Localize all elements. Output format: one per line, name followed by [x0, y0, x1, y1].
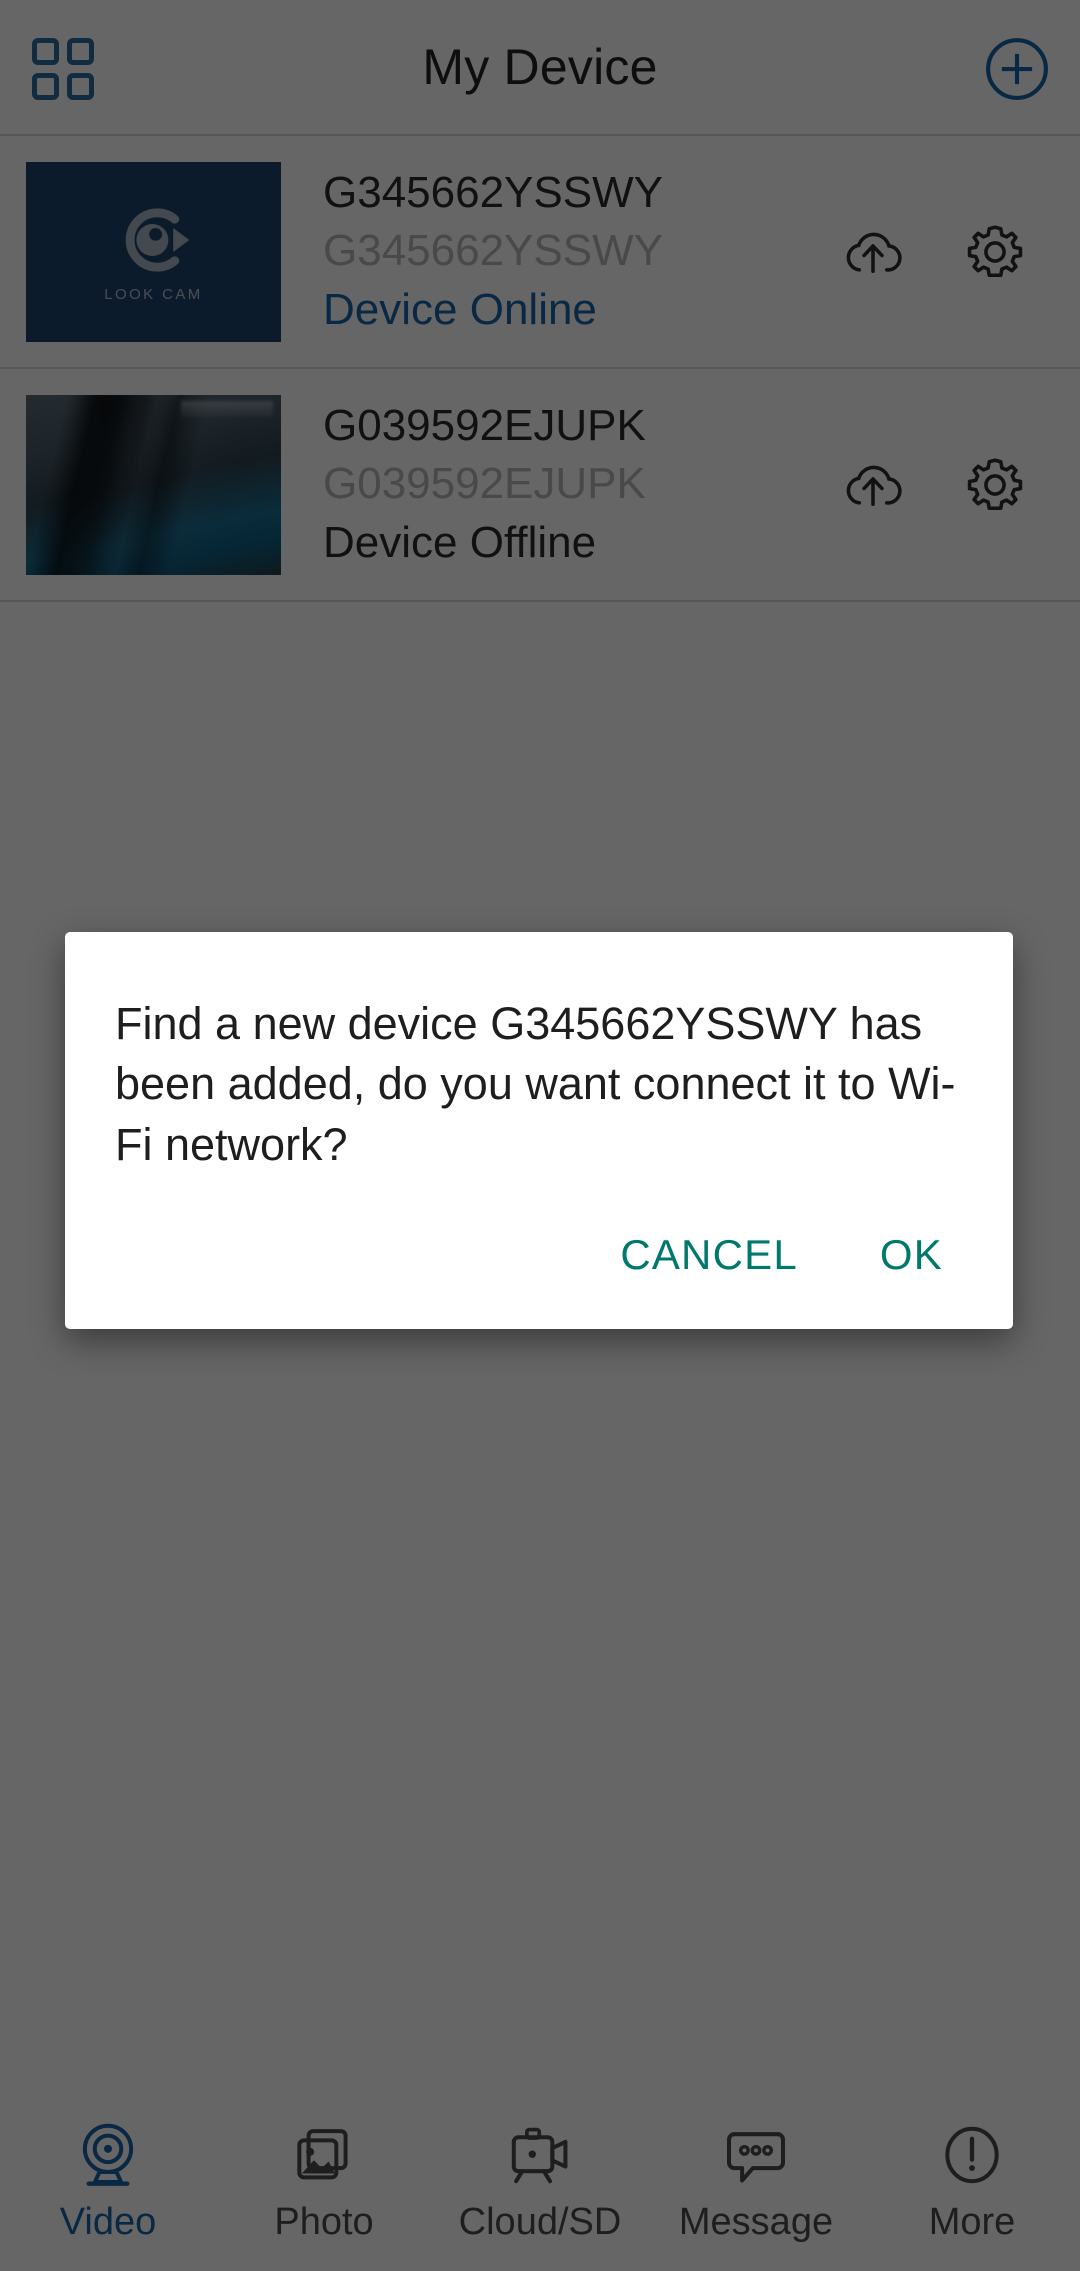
cancel-button[interactable]: CANCEL: [592, 1215, 826, 1295]
app-screen: My Device LOOK CAM: [0, 0, 1080, 2271]
dialog-actions: CANCEL OK: [65, 1175, 1013, 1329]
dialog-message: Find a new device G345662YSSWY has been …: [115, 998, 956, 1170]
alert-dialog: Find a new device G345662YSSWY has been …: [65, 932, 1013, 1329]
ok-button[interactable]: OK: [852, 1215, 971, 1295]
